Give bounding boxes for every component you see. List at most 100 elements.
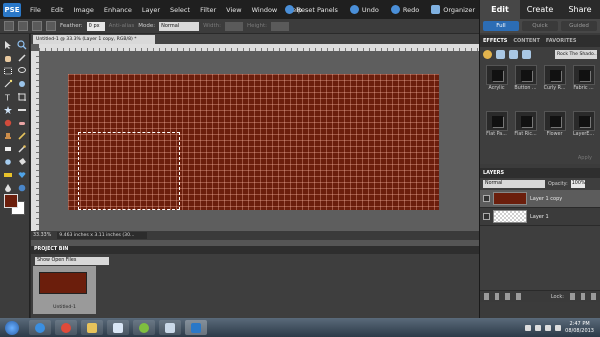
tab-create[interactable]: Create	[520, 0, 560, 19]
menu-edit[interactable]: Edit	[46, 6, 69, 14]
marquee-tool-icon[interactable]	[3, 66, 13, 76]
tab-favorites[interactable]: FAVORITES	[546, 38, 577, 44]
effect-thumb[interactable]: Flat Pa...	[483, 111, 510, 154]
menu-layer[interactable]: Layer	[137, 6, 165, 14]
new-layer-icon[interactable]	[484, 293, 489, 300]
sponge-tool-icon[interactable]	[17, 183, 27, 193]
tab-edit[interactable]: Edit	[480, 0, 520, 19]
adjustment-layer-icon[interactable]	[505, 293, 511, 300]
document-info[interactable]: 9.463 inches x 3.11 inches (30...	[57, 232, 148, 239]
eyedropper-tool-icon[interactable]	[17, 53, 27, 63]
image-canvas[interactable]	[68, 74, 439, 210]
photo-effects-icon[interactable]	[509, 49, 518, 59]
taskbar-explorer-icon[interactable]	[81, 320, 103, 335]
taskbar-photoshop-icon[interactable]	[185, 320, 207, 335]
type-tool-icon[interactable]: T	[3, 92, 13, 103]
layer-row[interactable]: Layer 1 copy	[480, 190, 600, 208]
opacity-input[interactable]: 100%	[570, 180, 585, 188]
tray-icon[interactable]	[525, 324, 532, 331]
project-bin-item[interactable]: Untitled-1	[33, 266, 96, 314]
layer-row[interactable]: Layer 1	[480, 208, 600, 226]
crop-tool-icon[interactable]	[17, 92, 27, 102]
width-input[interactable]	[224, 21, 243, 31]
height-input[interactable]	[271, 21, 289, 31]
document-tab[interactable]: Untitled-1 @ 33.3% (Layer 1 copy, RGB/8)…	[33, 35, 155, 44]
color-swatches[interactable]	[4, 194, 26, 216]
effects-category-select[interactable]: Rock The Shado...	[555, 49, 597, 59]
intersect-selection-button[interactable]	[46, 21, 56, 31]
hand-tool-icon[interactable]	[3, 53, 13, 63]
zoom-tool-icon[interactable]	[17, 40, 27, 50]
visibility-eye-icon[interactable]	[483, 195, 490, 202]
feather-input[interactable]: 0 px	[86, 21, 105, 31]
lasso-tool-icon[interactable]	[17, 66, 27, 76]
brush-tool-icon[interactable]	[17, 144, 27, 154]
subtract-selection-button[interactable]	[32, 21, 42, 31]
visibility-eye-icon[interactable]	[483, 213, 490, 220]
taskbar-ie-icon[interactable]	[29, 320, 51, 335]
straighten-tool-icon[interactable]	[17, 105, 27, 115]
menu-filter[interactable]: Filter	[195, 6, 221, 14]
eraser-tool-icon[interactable]	[3, 144, 13, 154]
taskbar-chrome-icon[interactable]	[55, 320, 77, 335]
paint-bucket-tool-icon[interactable]	[17, 157, 27, 167]
effect-thumb[interactable]: Flat Ric...	[512, 111, 539, 154]
project-bin-dropdown[interactable]: Show Open Files	[35, 257, 109, 265]
clock[interactable]: 2:47 PM 08/08/2013	[565, 321, 594, 335]
undo-button[interactable]: Undo	[345, 5, 384, 14]
foreground-color-swatch[interactable]	[4, 194, 18, 208]
all-effects-icon[interactable]	[522, 49, 531, 59]
menu-file[interactable]: File	[25, 6, 46, 14]
menu-enhance[interactable]: Enhance	[99, 6, 137, 14]
selection-brush-tool-icon[interactable]	[17, 79, 27, 89]
blend-mode-select[interactable]: Normal	[483, 180, 545, 188]
effect-thumb[interactable]: Button ...	[512, 65, 539, 108]
tab-content[interactable]: CONTENT	[513, 38, 540, 44]
effect-thumb[interactable]: Fabric ...	[570, 65, 597, 108]
layer-styles-icon[interactable]	[496, 49, 505, 59]
mode-select[interactable]: Normal	[159, 21, 200, 31]
add-selection-button[interactable]	[18, 21, 28, 31]
tab-quick[interactable]: Quick	[522, 21, 558, 31]
effect-thumb[interactable]: Curly R...	[541, 65, 568, 108]
tab-full[interactable]: Full	[483, 21, 519, 31]
apply-button[interactable]: Apply	[578, 155, 592, 161]
lock-transparent-icon[interactable]	[569, 293, 575, 300]
red-eye-tool-icon[interactable]	[3, 118, 13, 128]
network-icon[interactable]	[545, 324, 552, 331]
tab-effects[interactable]: EFFECTS	[483, 38, 507, 44]
healing-brush-tool-icon[interactable]	[17, 118, 27, 128]
taskbar-notepad-icon[interactable]	[107, 320, 129, 335]
anti-alias-checkbox[interactable]: Anti-alias	[109, 23, 135, 29]
marquee-selection[interactable]	[78, 132, 180, 210]
blur-tool-icon[interactable]	[3, 183, 13, 193]
effect-thumb[interactable]: LayerE...	[570, 111, 597, 154]
tab-guided[interactable]: Guided	[561, 21, 597, 31]
volume-icon[interactable]	[555, 324, 562, 331]
tray-icon[interactable]	[535, 324, 542, 331]
cookie-cutter-tool-icon[interactable]	[3, 105, 13, 115]
menu-view[interactable]: View	[221, 6, 246, 14]
organizer-button[interactable]: Organizer	[426, 5, 480, 14]
clone-stamp-tool-icon[interactable]	[3, 131, 13, 141]
new-group-icon[interactable]	[494, 293, 500, 300]
filters-icon[interactable]	[483, 49, 492, 59]
redo-button[interactable]: Redo	[386, 5, 424, 14]
taskbar-paint-icon[interactable]	[159, 320, 181, 335]
gradient-tool-icon[interactable]	[3, 170, 13, 180]
magic-wand-tool-icon[interactable]	[3, 79, 13, 89]
tab-share[interactable]: Share	[560, 0, 600, 19]
shape-tool-icon[interactable]	[17, 170, 27, 180]
menu-image[interactable]: Image	[68, 6, 98, 14]
trash-icon[interactable]	[591, 293, 597, 300]
reset-panels-button[interactable]: Reset Panels	[280, 5, 343, 14]
new-selection-button[interactable]	[4, 21, 14, 31]
smart-brush-tool-icon[interactable]	[3, 157, 13, 167]
menu-window[interactable]: Window	[247, 6, 283, 14]
layer-mask-icon[interactable]	[516, 293, 521, 300]
start-button[interactable]	[5, 320, 19, 335]
move-tool-icon[interactable]	[3, 40, 13, 50]
menu-select[interactable]: Select	[165, 6, 195, 14]
pencil-tool-icon[interactable]	[17, 131, 27, 141]
effect-thumb[interactable]: Flower	[541, 111, 568, 154]
